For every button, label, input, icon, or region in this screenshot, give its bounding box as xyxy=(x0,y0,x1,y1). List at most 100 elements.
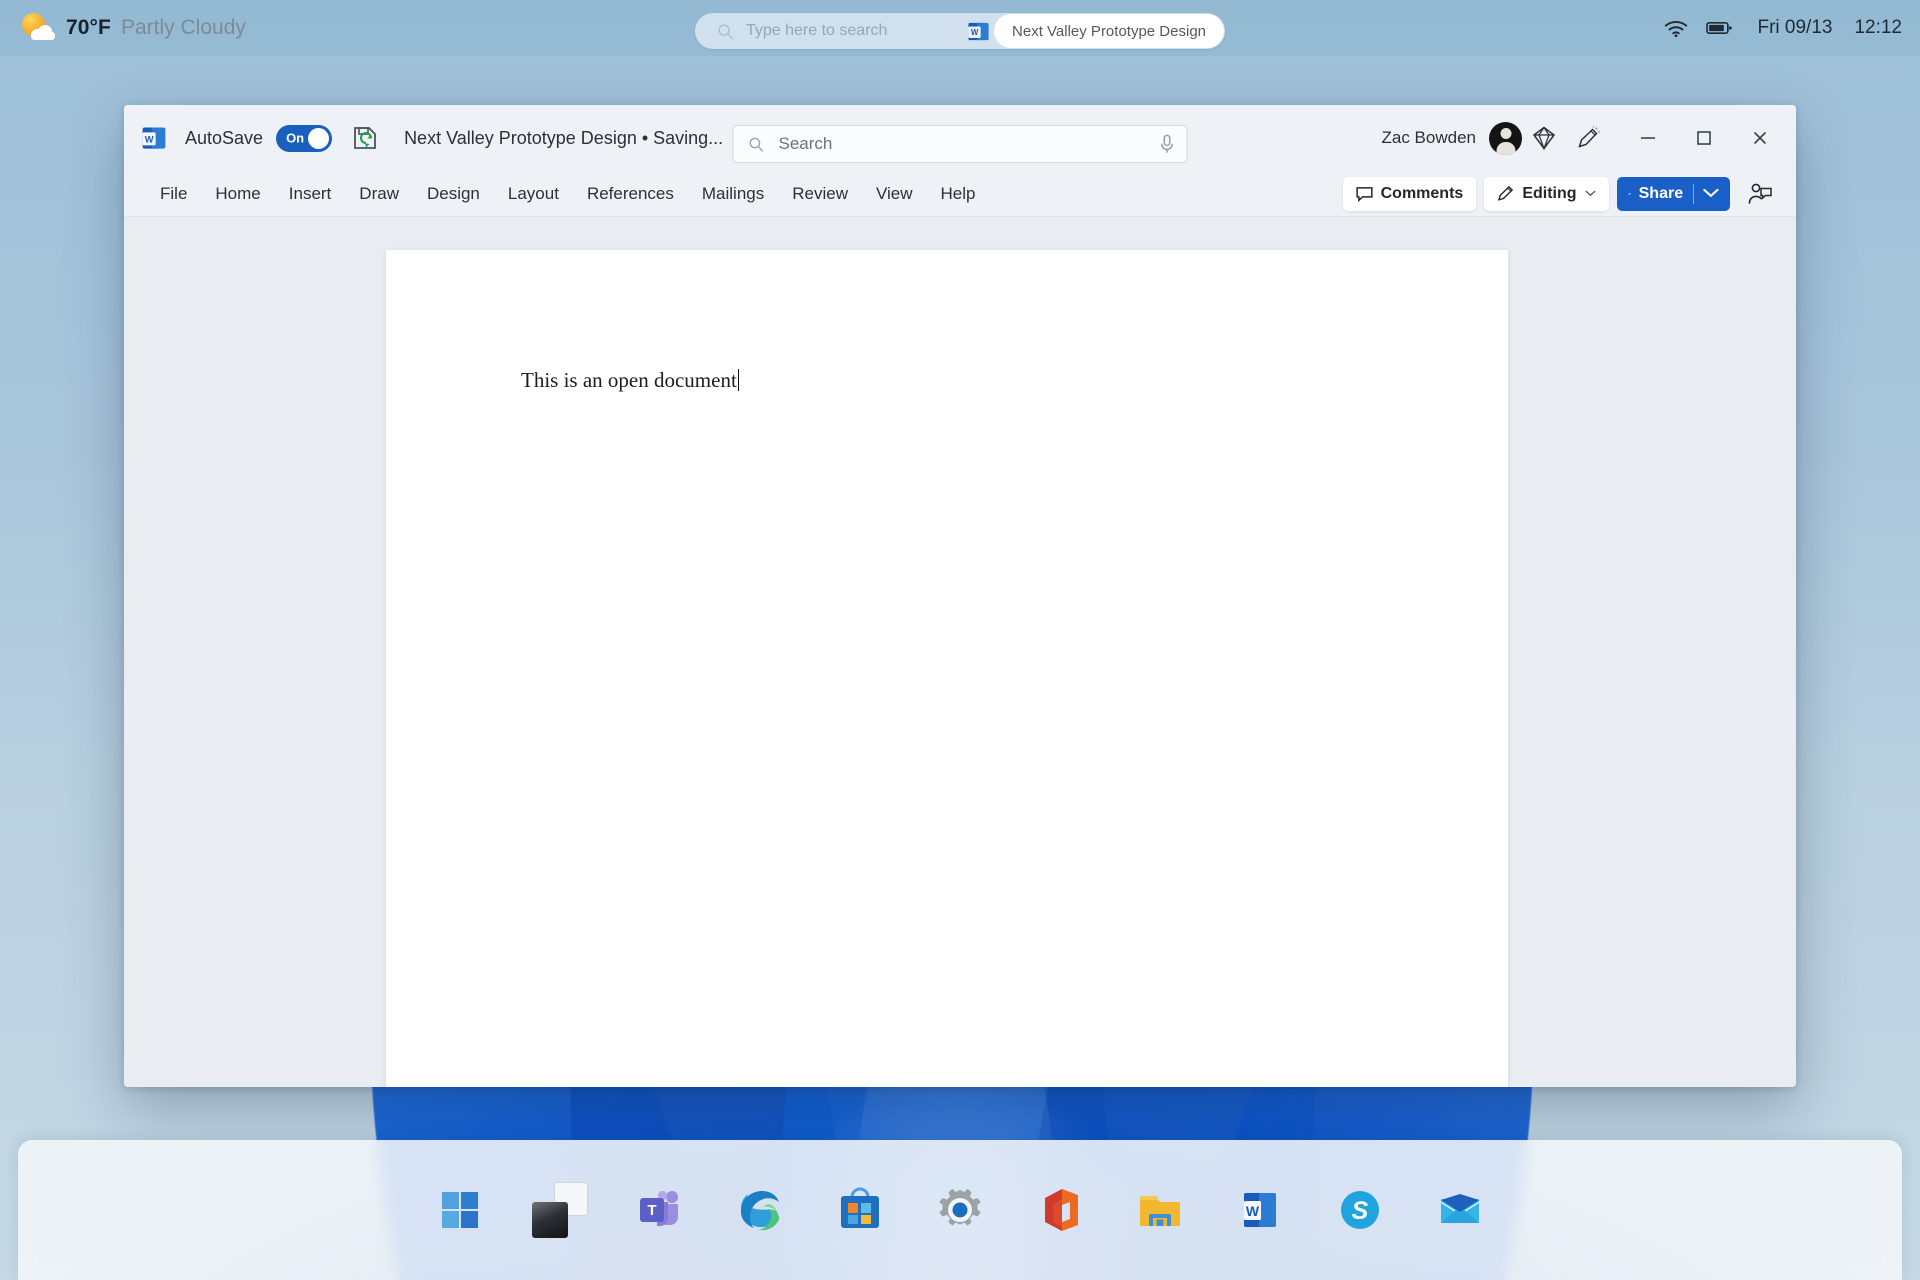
microsoft-store-icon xyxy=(841,1187,879,1228)
search-icon xyxy=(749,137,764,152)
word-icon: W xyxy=(142,127,166,149)
autosave-toggle[interactable]: On xyxy=(276,124,333,152)
comments-label: Comments xyxy=(1380,184,1464,202)
file-explorer-button[interactable] xyxy=(1132,1182,1188,1238)
close-button[interactable] xyxy=(1732,113,1788,163)
editing-label: Editing xyxy=(1522,184,1577,202)
svg-text:W: W xyxy=(145,134,154,144)
taskbar-dock: T W S xyxy=(18,1140,1902,1280)
tab-references[interactable]: References xyxy=(573,178,688,210)
ribbon-right-actions: Comments Editing Share xyxy=(1342,172,1796,216)
word-title-bar: W AutoSave On Next Valley Prototype Desi… xyxy=(124,105,1796,171)
envelope-icon xyxy=(1441,1194,1479,1223)
tab-layout[interactable]: Layout xyxy=(494,178,573,210)
pencil-icon xyxy=(1498,185,1514,201)
microphone-icon[interactable] xyxy=(1160,134,1175,154)
chevron-down-icon xyxy=(1585,190,1596,197)
svg-text:W: W xyxy=(1246,1203,1260,1219)
word-button[interactable]: W xyxy=(1232,1182,1288,1238)
windows-logo-icon xyxy=(442,1192,478,1228)
tab-file[interactable]: File xyxy=(146,178,201,210)
svg-text:S: S xyxy=(1352,1197,1369,1225)
battery-icon[interactable] xyxy=(1706,17,1733,39)
autosave-toggle-knob xyxy=(308,127,330,149)
task-view-icon xyxy=(532,1182,588,1238)
svg-text:W: W xyxy=(971,28,979,37)
autosave-toggle-state: On xyxy=(286,130,305,146)
share-icon xyxy=(1627,192,1631,195)
sun-behind-cloud-icon xyxy=(20,11,56,45)
skype-button[interactable]: S xyxy=(1332,1182,1388,1238)
word-search-box[interactable]: Search xyxy=(732,125,1188,163)
tab-review[interactable]: Review xyxy=(778,178,862,210)
start-button[interactable] xyxy=(432,1182,488,1238)
taskbar-search-placeholder: Type here to search xyxy=(746,22,888,39)
window-controls xyxy=(1620,113,1788,163)
diamond-icon xyxy=(1532,126,1556,151)
wifi-icon[interactable] xyxy=(1663,17,1689,39)
microsoft-edge-icon xyxy=(741,1191,780,1231)
share-label: Share xyxy=(1638,184,1684,202)
task-view-button[interactable] xyxy=(532,1182,588,1238)
tab-home[interactable]: Home xyxy=(201,178,274,210)
share-people-button[interactable] xyxy=(1738,172,1782,216)
office-button[interactable] xyxy=(1032,1182,1088,1238)
tray-time[interactable]: 12:12 xyxy=(1854,17,1902,39)
word-icon: W xyxy=(1244,1193,1276,1227)
chevron-down-icon[interactable] xyxy=(1703,188,1719,198)
minimize-icon xyxy=(1641,137,1655,139)
search-icon xyxy=(718,23,734,39)
save-refresh-icon[interactable] xyxy=(352,125,378,151)
text-caret xyxy=(737,369,739,391)
taskbar-search-suggestion[interactable]: Next Valley Prototype Design xyxy=(994,14,1224,48)
close-icon xyxy=(1753,131,1767,145)
gear-icon xyxy=(939,1188,981,1226)
tab-insert[interactable]: Insert xyxy=(275,178,346,210)
comments-button[interactable]: Comments xyxy=(1342,176,1477,211)
tray-date[interactable]: Fri 09/13 xyxy=(1757,17,1832,39)
document-title[interactable]: Next Valley Prototype Design • Saving... xyxy=(404,128,723,149)
taskbar-search-box[interactable]: Type here to search W Next Valley Protot… xyxy=(695,13,1225,49)
comment-icon xyxy=(1356,186,1373,202)
user-name[interactable]: Zac Bowden xyxy=(1382,128,1477,148)
document-canvas[interactable]: This is an open document xyxy=(124,217,1796,1087)
document-body-text: This is an open document xyxy=(521,368,737,392)
settings-button[interactable] xyxy=(932,1182,988,1238)
weather-widget[interactable]: 70°F Partly Cloudy xyxy=(0,0,246,56)
desktop-top-bar: 70°F Partly Cloudy Type here to search W… xyxy=(0,0,1920,56)
store-button[interactable] xyxy=(832,1182,888,1238)
word-title-bar-right: Zac Bowden xyxy=(1382,113,1797,163)
document-page[interactable]: This is an open document xyxy=(386,250,1508,1087)
microsoft-office-icon xyxy=(1045,1189,1078,1231)
tab-draw[interactable]: Draw xyxy=(345,178,413,210)
share-person-icon xyxy=(1748,183,1772,204)
autosave-label: AutoSave xyxy=(185,127,264,148)
weather-condition: Partly Cloudy xyxy=(120,16,246,39)
tab-view[interactable]: View xyxy=(862,178,927,210)
maximize-button[interactable] xyxy=(1676,113,1732,163)
tab-help[interactable]: Help xyxy=(927,178,990,210)
editing-mode-button[interactable]: Editing xyxy=(1484,176,1609,211)
diamond-icon-button[interactable] xyxy=(1522,116,1566,160)
pen-sparkle-icon xyxy=(1578,126,1600,148)
document-paragraph[interactable]: This is an open document xyxy=(521,368,739,393)
word-icon: W xyxy=(968,22,989,40)
edge-button[interactable] xyxy=(732,1182,788,1238)
skype-icon: S xyxy=(1341,1191,1379,1229)
minimize-button[interactable] xyxy=(1620,113,1676,163)
tab-mailings[interactable]: Mailings xyxy=(688,178,778,210)
word-search-placeholder: Search xyxy=(778,134,833,153)
microsoft-teams-icon: T xyxy=(640,1190,678,1226)
avatar[interactable] xyxy=(1489,121,1522,155)
svg-text:T: T xyxy=(647,1202,656,1219)
designer-icon-button[interactable] xyxy=(1566,116,1610,160)
mail-button[interactable] xyxy=(1432,1182,1488,1238)
weather-temperature: 70°F xyxy=(66,16,111,39)
system-tray: Fri 09/13 12:12 xyxy=(1663,0,1902,56)
teams-button[interactable]: T xyxy=(632,1182,688,1238)
word-window: W AutoSave On Next Valley Prototype Desi… xyxy=(124,105,1796,1087)
maximize-icon xyxy=(1697,131,1711,145)
folder-icon xyxy=(1140,1196,1180,1226)
tab-design[interactable]: Design xyxy=(413,178,494,210)
share-button[interactable]: Share xyxy=(1616,176,1730,211)
